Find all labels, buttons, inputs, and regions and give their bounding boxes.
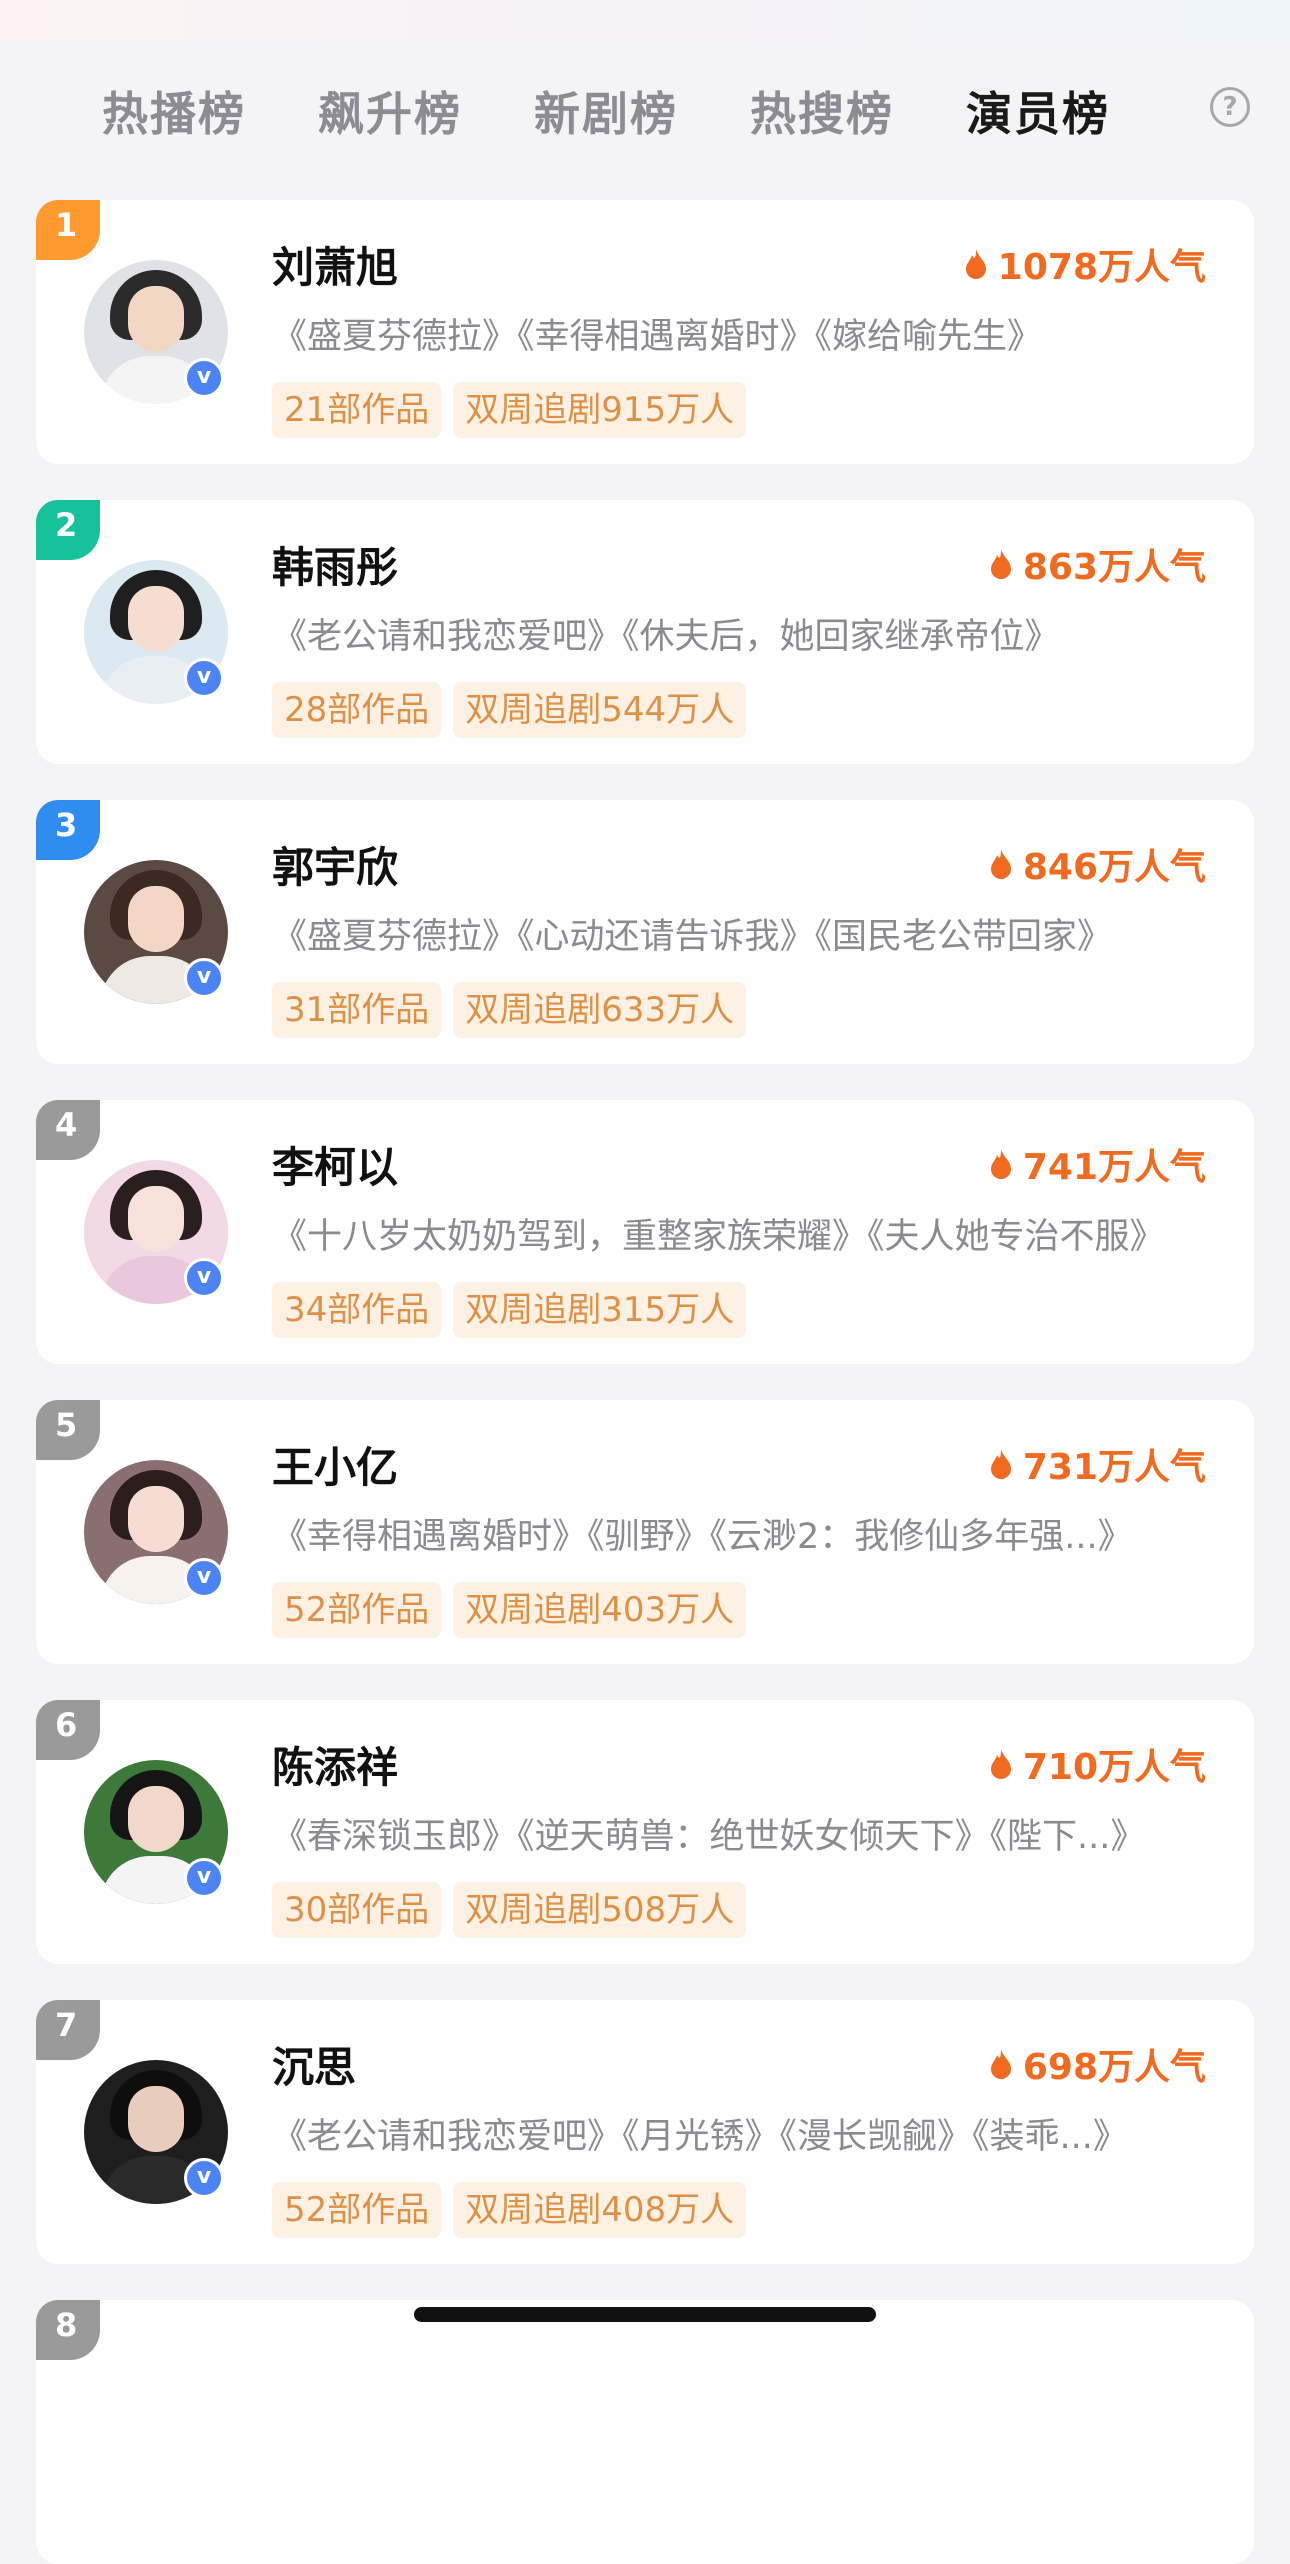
followers-tag: 双周追剧403万人 xyxy=(453,1582,747,1638)
works-list: 《幸得相遇离婚时》《驯野》《云渺2：我修仙多年强...》 xyxy=(272,1517,1133,1557)
heat-value: 863万人气 xyxy=(989,538,1206,590)
heat-value: 710万人气 xyxy=(989,1738,1206,1790)
followers-tag: 双周追剧508万人 xyxy=(453,1882,747,1938)
verified-icon: v xyxy=(184,958,224,998)
followers-tag: 双周追剧915万人 xyxy=(453,382,747,438)
list-item[interactable]: 1 v 刘萧旭 1078万人气 《盛夏芬德拉》《幸得相遇离婚时》《嫁给喻先生》 … xyxy=(36,200,1254,464)
works-list: 《春深锁玉郎》《逆天萌兽：绝世妖女倾天下》《陛下...》 xyxy=(272,1817,1146,1857)
tab-hot-play[interactable]: 热播榜 xyxy=(102,78,246,144)
list-item[interactable]: 8 xyxy=(36,2300,1254,2564)
list-item[interactable]: 3 v 郭宇欣 846万人气 《盛夏芬德拉》《心动还请告诉我》《国民老公带回家》… xyxy=(36,800,1254,1064)
heat-value: 1078万人气 xyxy=(964,238,1206,290)
tag-row: 21部作品 双周追剧915万人 xyxy=(272,382,758,438)
works-count-tag: 34部作品 xyxy=(272,1282,442,1338)
rank-badge: 4 xyxy=(36,1100,100,1160)
ranking-tabs: 热播榜 飙升榜 新剧榜 热搜榜 演员榜 ? xyxy=(0,60,1290,156)
top-gradient xyxy=(0,0,1290,40)
actor-name: 陈添祥 xyxy=(272,1743,399,1792)
list-item[interactable]: 4 v 李柯以 741万人气 《十八岁太奶奶驾到，重整家族荣耀》《夫人她专治不服… xyxy=(36,1100,1254,1364)
flame-icon xyxy=(990,1749,1011,1779)
list-item[interactable]: 2 v 韩雨彤 863万人气 《老公请和我恋爱吧》《休夫后，她回家继承帝位》 2… xyxy=(36,500,1254,764)
verified-icon: v xyxy=(184,658,224,698)
list-item[interactable]: 5 v 王小亿 731万人气 《幸得相遇离婚时》《驯野》《云渺2：我修仙多年强.… xyxy=(36,1400,1254,1664)
actor-name: 刘萧旭 xyxy=(272,243,399,292)
heat-label: 863万人气 xyxy=(1022,547,1206,588)
rank-badge: 1 xyxy=(36,200,100,260)
rank-badge: 3 xyxy=(36,800,100,860)
tab-hot-search[interactable]: 热搜榜 xyxy=(750,78,894,144)
help-icon[interactable]: ? xyxy=(1210,87,1250,127)
actor-name: 王小亿 xyxy=(272,1443,399,1492)
works-count-tag: 31部作品 xyxy=(272,982,442,1038)
rank-badge: 8 xyxy=(36,2300,100,2360)
works-list: 《老公请和我恋爱吧》《休夫后，她回家继承帝位》 xyxy=(272,617,1060,657)
actor-name: 沉思 xyxy=(272,2043,357,2092)
works-count-tag: 52部作品 xyxy=(272,2182,442,2238)
heat-label: 741万人气 xyxy=(1022,1147,1206,1188)
actor-name: 李柯以 xyxy=(272,1143,399,1192)
verified-icon: v xyxy=(184,1858,224,1898)
followers-tag: 双周追剧544万人 xyxy=(453,682,747,738)
heat-value: 698万人气 xyxy=(989,2038,1206,2090)
heat-value: 846万人气 xyxy=(989,838,1206,890)
rank-badge: 5 xyxy=(36,1400,100,1460)
heat-value: 741万人气 xyxy=(989,1138,1206,1190)
heat-label: 698万人气 xyxy=(1022,2047,1206,2088)
followers-tag: 双周追剧408万人 xyxy=(453,2182,747,2238)
tag-row: 30部作品 双周追剧508万人 xyxy=(272,1882,758,1938)
actor-name: 韩雨彤 xyxy=(272,543,399,592)
tag-row: 52部作品 双周追剧403万人 xyxy=(272,1582,758,1638)
verified-icon: v xyxy=(184,1558,224,1598)
flame-icon xyxy=(990,1149,1011,1179)
verified-icon: v xyxy=(184,1258,224,1298)
tag-row: 52部作品 双周追剧408万人 xyxy=(272,2182,758,2238)
works-list: 《盛夏芬德拉》《心动还请告诉我》《国民老公带回家》 xyxy=(272,917,1113,957)
rank-badge: 7 xyxy=(36,2000,100,2060)
home-indicator xyxy=(414,2307,876,2322)
heat-label: 710万人气 xyxy=(1022,1747,1206,1788)
works-count-tag: 21部作品 xyxy=(272,382,442,438)
followers-tag: 双周追剧633万人 xyxy=(453,982,747,1038)
flame-icon xyxy=(990,1449,1011,1479)
verified-icon: v xyxy=(184,2158,224,2198)
tab-actor[interactable]: 演员榜 xyxy=(966,78,1110,144)
works-count-tag: 30部作品 xyxy=(272,1882,442,1938)
flame-icon xyxy=(990,849,1011,879)
tag-row: 31部作品 双周追剧633万人 xyxy=(272,982,758,1038)
works-list: 《盛夏芬德拉》《幸得相遇离婚时》《嫁给喻先生》 xyxy=(272,317,1043,357)
heat-label: 1078万人气 xyxy=(997,247,1206,288)
works-count-tag: 28部作品 xyxy=(272,682,442,738)
followers-tag: 双周追剧315万人 xyxy=(453,1282,747,1338)
works-count-tag: 52部作品 xyxy=(272,1582,442,1638)
list-item[interactable]: 7 v 沉思 698万人气 《老公请和我恋爱吧》《月光锈》《漫长觊觎》《装乖..… xyxy=(36,2000,1254,2264)
works-list: 《老公请和我恋爱吧》《月光锈》《漫长觊觎》《装乖...》 xyxy=(272,2117,1128,2157)
verified-icon: v xyxy=(184,358,224,398)
heat-label: 846万人气 xyxy=(1022,847,1206,888)
works-list: 《十八岁太奶奶驾到，重整家族荣耀》《夫人她专治不服》 xyxy=(272,1217,1165,1257)
flame-icon xyxy=(990,2049,1011,2079)
heat-value: 731万人气 xyxy=(989,1438,1206,1490)
list-item[interactable]: 6 v 陈添祥 710万人气 《春深锁玉郎》《逆天萌兽：绝世妖女倾天下》《陛下.… xyxy=(36,1700,1254,1964)
flame-icon xyxy=(990,549,1011,579)
actor-name: 郭宇欣 xyxy=(272,843,399,892)
rank-badge: 2 xyxy=(36,500,100,560)
rank-badge: 6 xyxy=(36,1700,100,1760)
tab-new-drama[interactable]: 新剧榜 xyxy=(534,78,678,144)
tag-row: 34部作品 双周追剧315万人 xyxy=(272,1282,758,1338)
heat-label: 731万人气 xyxy=(1022,1447,1206,1488)
tag-row: 28部作品 双周追剧544万人 xyxy=(272,682,758,738)
tab-rising[interactable]: 飙升榜 xyxy=(318,78,462,144)
flame-icon xyxy=(965,249,986,279)
